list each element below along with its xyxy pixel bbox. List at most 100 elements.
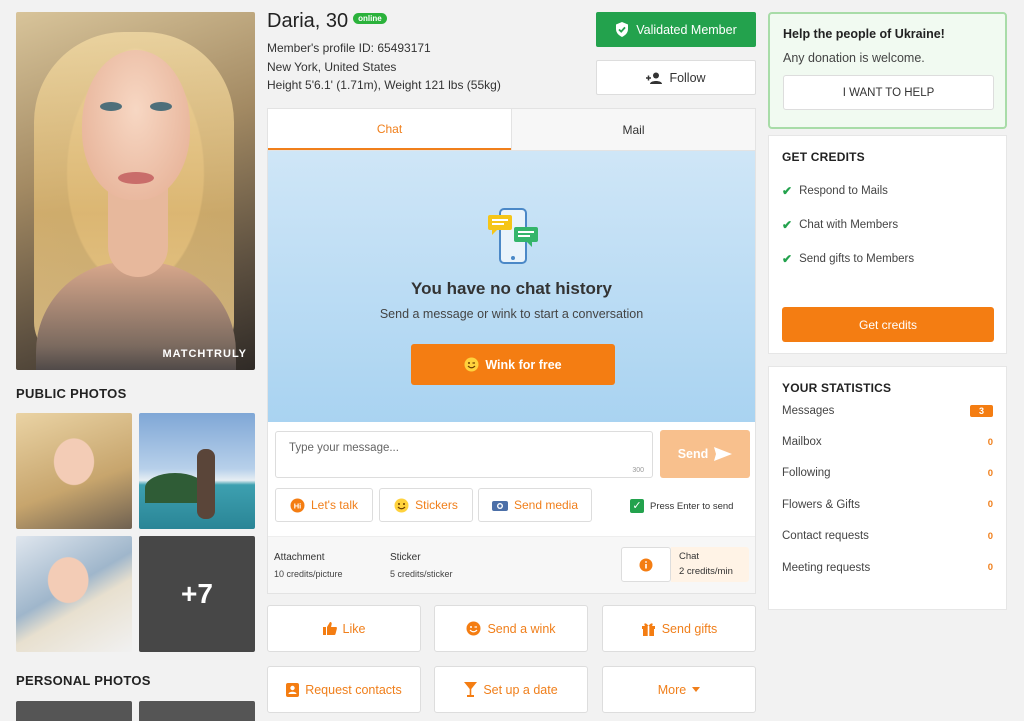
- sticker-label: Sticker: [390, 552, 421, 563]
- public-photos-grid: +7: [16, 413, 256, 652]
- stat-value: 0: [987, 562, 993, 574]
- get-credits-title: GET CREDITS: [782, 150, 865, 164]
- left-column: MATCHTRULY PUBLIC PHOTOS +7 PERSONAL PHO…: [16, 12, 256, 721]
- camera-icon: [491, 501, 508, 511]
- lets-talk-button[interactable]: Hi Let's talk: [275, 488, 373, 522]
- stat-label: Contact requests: [782, 530, 869, 543]
- set-up-date-label: Set up a date: [483, 682, 558, 697]
- send-gifts-button[interactable]: Send gifts: [602, 605, 756, 652]
- stat-label: Messages: [782, 404, 835, 417]
- tab-mail[interactable]: Mail: [511, 109, 755, 150]
- more-photos-button[interactable]: +7: [139, 536, 255, 652]
- personal-photos-title: PERSONAL PHOTOS: [16, 673, 151, 688]
- i-want-to-help-button[interactable]: I WANT TO HELP: [783, 75, 994, 110]
- press-enter-label: Press Enter to send: [650, 500, 734, 512]
- personal-photo-thumb[interactable]: [139, 701, 255, 721]
- tab-chat[interactable]: Chat: [268, 109, 511, 150]
- statistics-title: YOUR STATISTICS: [782, 381, 892, 395]
- checkbox-checked-icon[interactable]: ✓: [630, 499, 644, 513]
- stat-value: 0: [987, 499, 993, 511]
- more-photos-count: +7: [181, 578, 213, 609]
- press-enter-toggle[interactable]: ✓ Press Enter to send: [630, 494, 750, 518]
- validated-member-button[interactable]: Validated Member: [596, 12, 756, 47]
- svg-text:Hi: Hi: [294, 501, 302, 510]
- request-contacts-label: Request contacts: [305, 682, 402, 697]
- chat-history-area: You have no chat history Send a message …: [268, 151, 755, 422]
- stat-label: Following: [782, 467, 831, 480]
- message-placeholder: Type your message...: [289, 442, 399, 454]
- stat-row-meeting-requests[interactable]: Meeting requests 0: [782, 552, 993, 583]
- chat-panel: Chat Mail You have no chat history Send …: [267, 108, 756, 594]
- credits-item-label: Respond to Mails: [799, 185, 888, 197]
- no-history-subtitle: Send a message or wink to start a conver…: [379, 307, 644, 321]
- more-button[interactable]: More: [602, 666, 756, 713]
- profile-main: Daria, 30 online Member's profile ID: 65…: [267, 10, 757, 713]
- stat-row-flowers-gifts[interactable]: Flowers & Gifts 0: [782, 489, 993, 520]
- stat-label: Mailbox: [782, 436, 822, 449]
- ukraine-donation-card: Help the people of Ukraine! Any donation…: [768, 12, 1007, 129]
- checkmark-icon: ✔: [782, 184, 793, 198]
- char-counter: 300: [632, 467, 644, 474]
- stickers-button[interactable]: Stickers: [379, 488, 473, 522]
- profile-name: Daria, 30: [267, 10, 349, 32]
- chat-price-value: 2 credits/min: [679, 566, 733, 577]
- send-label: Send: [677, 447, 709, 461]
- checkmark-icon: ✔: [782, 218, 793, 232]
- no-history-title: You have no chat history: [411, 279, 612, 298]
- get-credits-button[interactable]: Get credits: [782, 307, 994, 342]
- phone-chat-icon: [488, 208, 538, 264]
- like-label: Like: [342, 621, 366, 636]
- right-sidebar: Help the people of Ukraine! Any donation…: [768, 12, 1007, 610]
- send-media-label: Send media: [513, 498, 579, 512]
- public-photo-thumb[interactable]: [139, 413, 255, 529]
- credits-item-label: Send gifts to Members: [799, 253, 915, 265]
- public-photos-title: PUBLIC PHOTOS: [16, 386, 127, 401]
- stat-badge: 3: [969, 404, 993, 417]
- stat-row-following[interactable]: Following 0: [782, 458, 993, 489]
- main-profile-photo[interactable]: MATCHTRULY: [16, 12, 255, 370]
- personal-photo-thumb[interactable]: [16, 701, 132, 721]
- stickers-label: Stickers: [415, 498, 458, 512]
- follow-label: Follow: [669, 70, 706, 85]
- stat-value: 0: [987, 467, 993, 479]
- stat-label: Flowers & Gifts: [782, 498, 860, 511]
- wink-emoji-icon: [464, 357, 479, 372]
- stat-row-mailbox[interactable]: Mailbox 0: [782, 426, 993, 457]
- wink-for-free-button[interactable]: Wink for free: [411, 344, 615, 385]
- shield-check-icon: [616, 22, 629, 37]
- like-button[interactable]: Like: [267, 605, 421, 652]
- set-up-date-button[interactable]: Set up a date: [434, 666, 588, 713]
- send-gifts-label: Send gifts: [661, 621, 718, 636]
- public-photo-thumb[interactable]: [16, 536, 132, 652]
- checkmark-icon: ✔: [782, 252, 793, 266]
- ukraine-title: Help the people of Ukraine!: [783, 27, 945, 41]
- lets-talk-label: Let's talk: [311, 498, 358, 512]
- credits-list-item: ✔ Chat with Members: [782, 218, 993, 232]
- send-wink-button[interactable]: Send a wink: [434, 605, 588, 652]
- ukraine-subtitle: Any donation is welcome.: [783, 51, 925, 65]
- stat-row-messages[interactable]: Messages 3: [782, 395, 993, 426]
- request-contacts-button[interactable]: Request contacts: [267, 666, 421, 713]
- sticker-emoji-icon: [394, 498, 409, 512]
- stat-row-contact-requests[interactable]: Contact requests 0: [782, 521, 993, 552]
- pricing-info-button[interactable]: [621, 547, 671, 582]
- wink-for-free-label: Wink for free: [485, 357, 562, 372]
- public-photo-thumb[interactable]: [16, 413, 132, 529]
- send-button[interactable]: Send: [660, 430, 750, 478]
- more-label: More: [657, 682, 687, 697]
- get-credits-card: GET CREDITS ✔ Respond to Mails ✔ Chat wi…: [768, 135, 1007, 354]
- stat-value: 0: [987, 436, 993, 448]
- message-input[interactable]: Type your message... 300: [275, 431, 653, 478]
- follow-button[interactable]: Follow: [596, 60, 756, 95]
- chat-tabs: Chat Mail: [268, 109, 755, 151]
- chat-price-label: Chat: [679, 551, 700, 562]
- cocktail-glass-icon: [464, 682, 478, 697]
- thumbs-up-icon: [322, 622, 337, 635]
- credits-item-label: Chat with Members: [799, 219, 899, 231]
- credits-list-item: ✔ Respond to Mails: [782, 184, 993, 198]
- chat-price-box: Chat 2 credits/min: [671, 547, 749, 582]
- statistics-card: YOUR STATISTICS Messages 3 Mailbox 0 Fol…: [768, 366, 1007, 610]
- credits-list-item: ✔ Send gifts to Members: [782, 252, 993, 266]
- sticker-price: 5 credits/sticker: [390, 569, 453, 579]
- send-media-button[interactable]: Send media: [478, 488, 592, 522]
